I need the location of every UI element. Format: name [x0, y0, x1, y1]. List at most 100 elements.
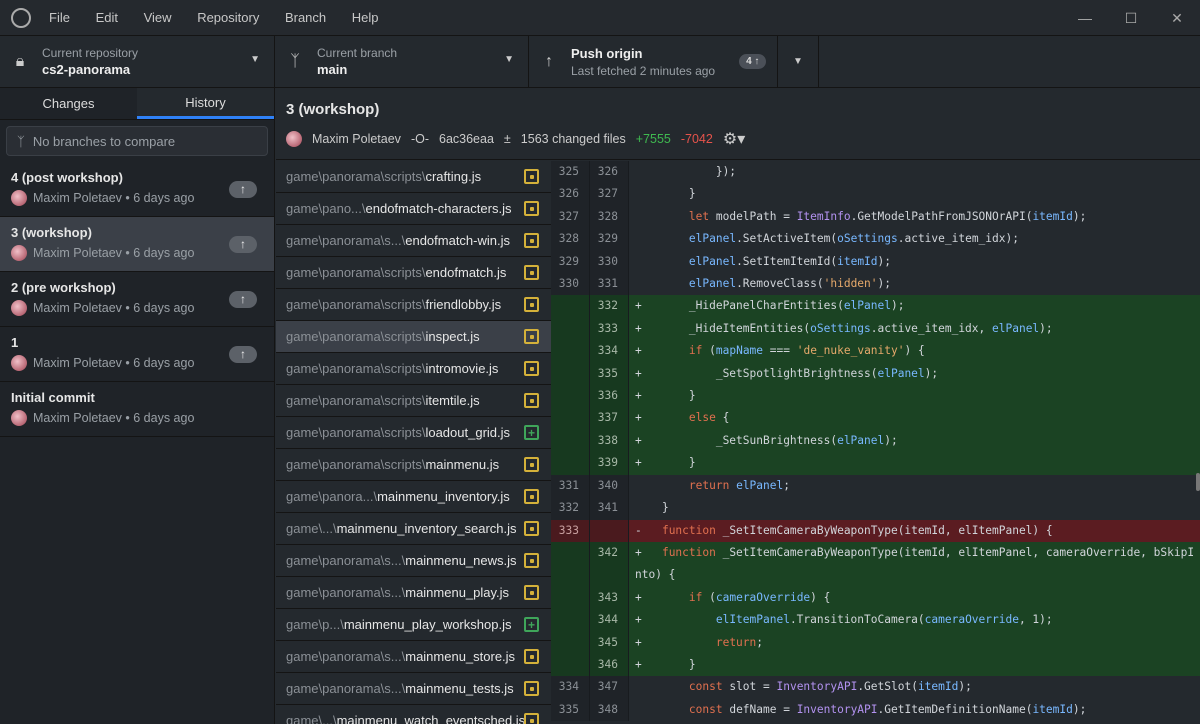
file-list-item[interactable]: game\...\ mainmenu_inventory_search.js [276, 513, 551, 545]
diff-line: 326 327 } [551, 183, 1200, 206]
gear-icon[interactable]: ⚙▾ [723, 129, 745, 149]
code-token: cameraOverride [715, 590, 811, 604]
diff-line: 336 + } [551, 385, 1200, 408]
file-list-item[interactable]: game\pano...\ endofmatch-characters.js [276, 193, 551, 225]
current-repository-button[interactable]: 🔒︎ Current repository cs2-panorama ▼ [0, 36, 275, 87]
file-name: inspect.js [425, 329, 480, 344]
tab-changes[interactable]: Changes [0, 88, 137, 119]
commit-list-item[interactable]: Initial commit Maxim Poletaev • 6 days ag… [0, 382, 274, 437]
file-list-item[interactable]: game\panorama\scripts\ itemtile.js [276, 385, 551, 417]
commit-item-meta: Maxim Poletaev • 6 days ago [11, 300, 263, 316]
code-token: itemId [837, 254, 878, 268]
push-options-dropdown[interactable]: ▼ [778, 36, 819, 87]
file-list-item[interactable]: game\panora...\ mainmenu_inventory.js [276, 481, 551, 513]
code-line: + else { [629, 407, 1200, 430]
old-line-number: 331 [551, 474, 590, 498]
tab-history[interactable]: History [137, 88, 274, 119]
code-line: + elItemPanel.TransitionToCamera(cameraO… [629, 609, 1200, 632]
code-token: .active_item_idx, [870, 321, 993, 335]
file-list-item[interactable]: game\panorama\scripts\ loadout_grid.js + [276, 417, 551, 449]
push-label: Push origin [571, 45, 643, 61]
file-list-item[interactable]: game\...\ mainmenu_watch_eventsched.js [276, 705, 551, 724]
diff-line: 333 - function _SetItemCameraByWeaponType… [551, 519, 1200, 542]
menu-edit[interactable]: Edit [96, 10, 118, 25]
menu-file[interactable]: File [49, 10, 70, 25]
menu-view[interactable]: View [144, 10, 172, 25]
old-line-number: 335 [551, 698, 590, 722]
file-modified-icon [524, 201, 539, 216]
diff-line: 335 + _SetSpotlightBrightness(elPanel); [551, 362, 1200, 386]
code-token: elPanel [688, 277, 737, 291]
toolbar: 🔒︎ Current repository cs2-panorama ▼ ᛉ Cu… [0, 36, 1200, 88]
code-token: function [661, 523, 716, 537]
code-line: + } [629, 385, 1200, 408]
avatar [11, 355, 27, 371]
file-list-item[interactable]: game\panorama\scripts\ crafting.js [276, 161, 551, 193]
code-line: elPanel.SetItemItemId(itemId); [629, 251, 1200, 273]
old-line-number [551, 541, 590, 587]
code-token: InventoryAPI [776, 680, 858, 694]
code-token: .GetItemDefinitionName( [877, 702, 1033, 716]
code-token: ); [877, 277, 891, 291]
branch-icon: ᛉ [290, 52, 300, 70]
code-token: ); [884, 433, 898, 447]
diff-scrollbar[interactable] [1196, 473, 1200, 491]
old-line-number [551, 653, 590, 677]
new-line-number [590, 519, 629, 542]
file-list-item[interactable]: game\panorama\scripts\ mainmenu.js [276, 449, 551, 481]
code-token: ); [890, 299, 905, 313]
file-list-item[interactable]: game\panorama\scripts\ intromovie.js [276, 353, 551, 385]
file-list-item[interactable]: game\panorama\scripts\ inspect.js [276, 321, 551, 353]
file-name: mainmenu.js [425, 457, 500, 472]
file-list-item[interactable]: game\panorama\s...\ mainmenu_news.js [276, 545, 551, 577]
code-token: elPanel [736, 478, 784, 492]
file-list-item[interactable]: game\panorama\s...\ mainmenu_store.js [276, 641, 551, 673]
commit-list-item[interactable]: 1 Maxim Poletaev • 6 days ago ↑ [0, 327, 274, 382]
file-name: mainmenu_inventory_search.js [336, 521, 517, 536]
push-origin-button[interactable]: ↑ Push origin Last fetched 2 minutes ago … [529, 36, 778, 87]
code-token: ); [924, 366, 939, 380]
file-list-item[interactable]: game\panorama\scripts\ endofmatch.js [276, 257, 551, 289]
file-list-item[interactable]: game\p...\ mainmenu_play_workshop.js + [276, 609, 551, 641]
file-name: itemtile.js [425, 393, 480, 408]
maximize-icon[interactable]: ☐ [1108, 0, 1154, 36]
repo-label: Current repository [42, 46, 139, 60]
commit-list-item[interactable]: 2 (pre workshop) Maxim Poletaev • 6 days … [0, 272, 274, 327]
file-list-item[interactable]: game\panorama\s...\ endofmatch-win.js [276, 225, 551, 257]
diff-icon: ± [503, 132, 511, 146]
file-list-item[interactable]: game\panorama\scripts\ friendlobby.js [276, 289, 551, 321]
avatar [286, 131, 302, 147]
commit-list-item[interactable]: 3 (workshop) Maxim Poletaev • 6 days ago ↑ [0, 217, 274, 272]
chevron-down-icon: ▼ [250, 54, 260, 65]
commit-sha[interactable]: 6ac36eaa [439, 132, 494, 146]
code-token: const [688, 680, 723, 694]
menu-branch[interactable]: Branch [285, 10, 326, 25]
close-icon[interactable]: ✕ [1154, 0, 1200, 36]
old-line-number [551, 631, 590, 654]
minimize-icon[interactable]: — [1062, 0, 1108, 36]
code-line: const defName = InventoryAPI.GetItemDefi… [629, 699, 1200, 721]
current-branch-button[interactable]: ᛉ Current branch main ▼ [275, 36, 529, 87]
code-token: .GetModelPathFromJSONOrAPI( [850, 209, 1033, 223]
code-token: oSettings [837, 232, 898, 246]
old-line-number [551, 340, 590, 363]
diff-marker: + [635, 344, 662, 358]
diff-line: 327 328 let modelPath = ItemInfo.GetModel… [551, 205, 1200, 229]
diff-line: 328 329 elPanel.SetActiveItem(oSettings.a… [551, 228, 1200, 251]
diff-marker [635, 210, 662, 223]
code-line: return elPanel; [629, 475, 1200, 497]
code-token: slot = [722, 680, 777, 694]
code-line: + } [629, 653, 1200, 677]
code-token: return [688, 478, 730, 492]
commit-list-item[interactable]: 4 (post workshop) Maxim Poletaev • 6 days… [0, 162, 274, 217]
sidebar: Changes History ᛉ No branches to compare… [0, 88, 275, 724]
commit-item-meta: Maxim Poletaev • 6 days ago [11, 410, 263, 426]
menu-help[interactable]: Help [352, 10, 379, 25]
file-list-item[interactable]: game\panorama\s...\ mainmenu_tests.js [276, 673, 551, 705]
branch-compare-input[interactable]: ᛉ No branches to compare [6, 126, 268, 156]
branch-label: Current branch [317, 46, 398, 60]
file-list-item[interactable]: game\panorama\s...\ mainmenu_play.js [276, 577, 551, 609]
file-dir: game\panorama\scripts\ [286, 361, 426, 376]
menu-repository[interactable]: Repository [197, 10, 259, 25]
old-line-number: 330 [551, 273, 590, 296]
